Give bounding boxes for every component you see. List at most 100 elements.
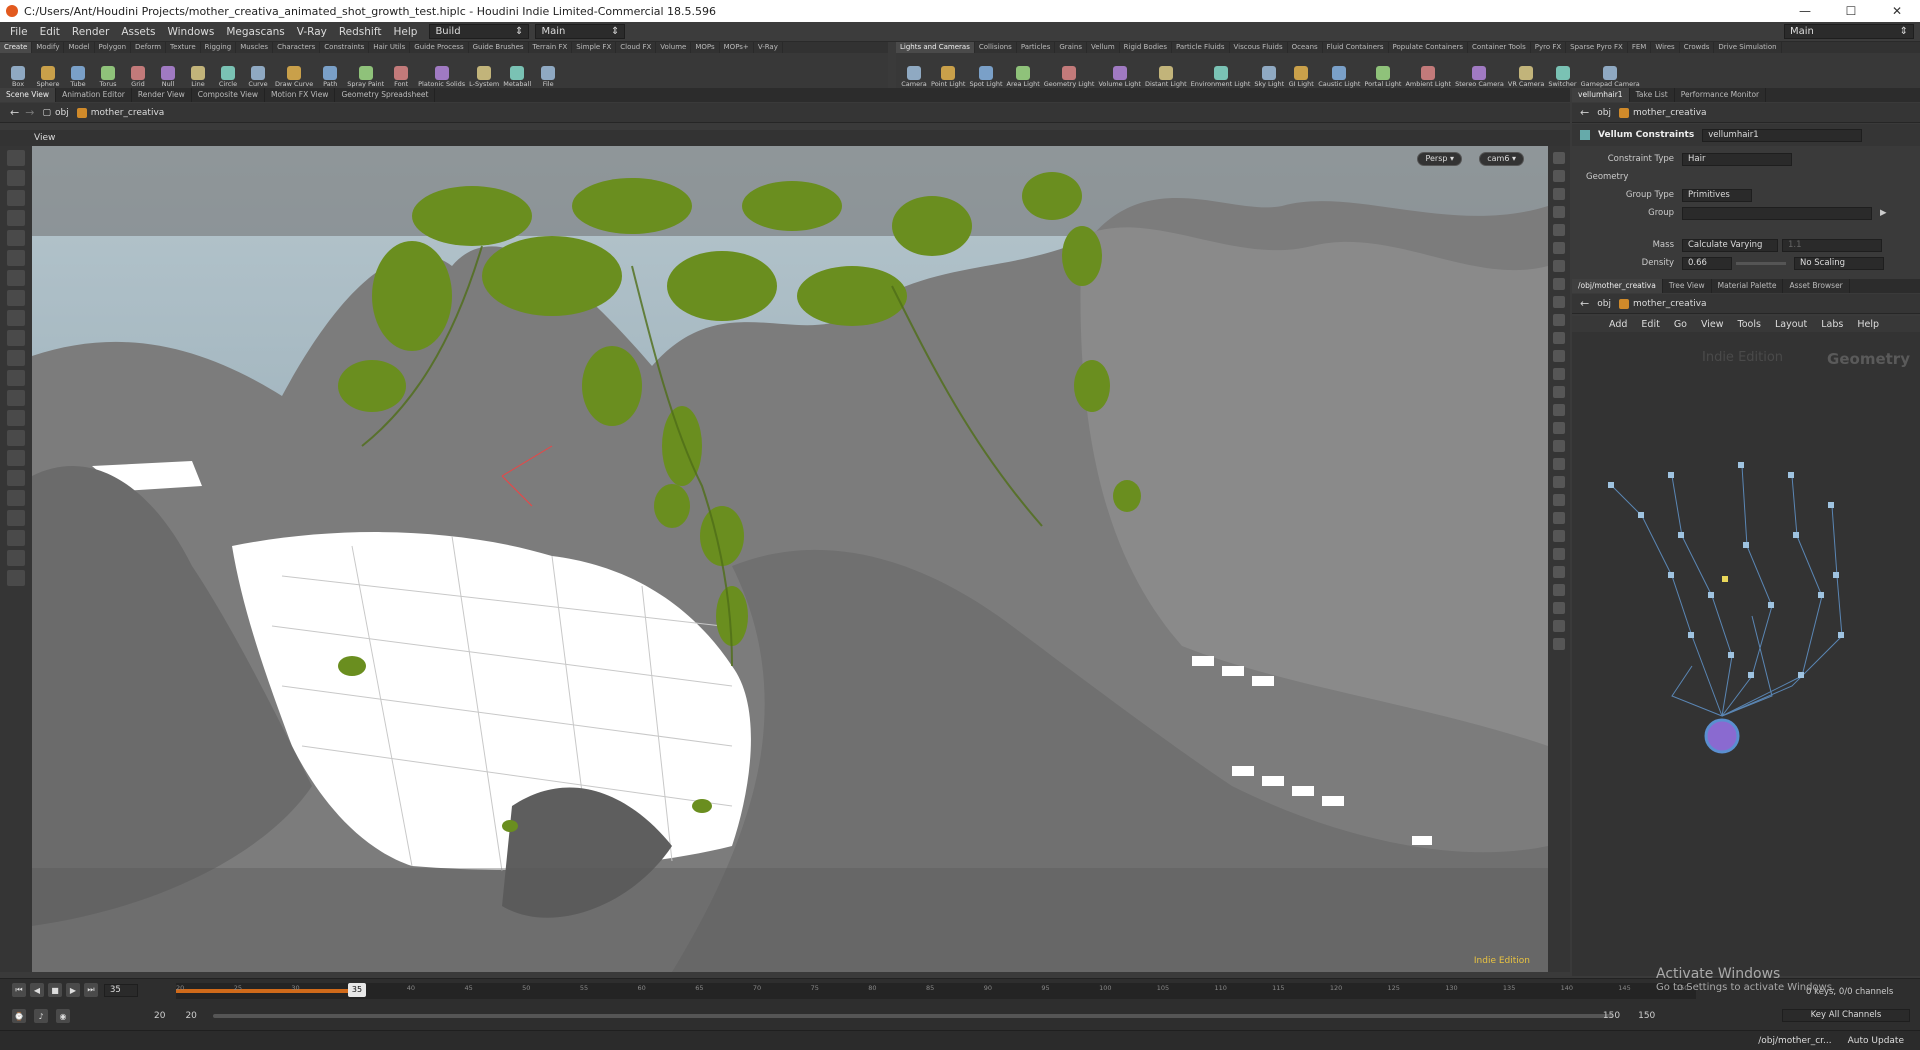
shelf-tab-muscles[interactable]: Muscles: [236, 42, 274, 53]
mass-menu[interactable]: Calculate Varying: [1682, 238, 1778, 252]
viewport-tool-icon[interactable]: [7, 210, 25, 226]
tool-font[interactable]: Font: [388, 66, 414, 88]
tool-switcher[interactable]: Switcher: [1548, 66, 1577, 88]
tool-stereo-camera[interactable]: Stereo Camera: [1455, 66, 1504, 88]
display-option-icon[interactable]: [1553, 278, 1565, 290]
key-all-channels-button[interactable]: Key All Channels: [1782, 1009, 1910, 1022]
tool-tube[interactable]: Tube: [65, 66, 91, 88]
tool-grid[interactable]: Grid: [125, 66, 151, 88]
shelf-tab-mops[interactable]: MOPs+: [720, 42, 754, 53]
tool-null[interactable]: Null: [155, 66, 181, 88]
display-option-icon[interactable]: [1553, 206, 1565, 218]
tool-sphere[interactable]: Sphere: [35, 66, 61, 88]
shelf-tab-mops[interactable]: MOPs: [691, 42, 720, 53]
shelf-tab-oceans[interactable]: Oceans: [1288, 42, 1323, 53]
network-menu-go[interactable]: Go: [1667, 319, 1694, 330]
tab-performance-monitor[interactable]: Performance Monitor: [1675, 88, 1767, 102]
shelf-tab-wires[interactable]: Wires: [1651, 42, 1680, 53]
display-option-icon[interactable]: [1553, 440, 1565, 452]
display-option-icon[interactable]: [1553, 314, 1565, 326]
display-option-icon[interactable]: [1553, 458, 1565, 470]
shelf-tab-constraints[interactable]: Constraints: [320, 42, 370, 53]
right-desktop-selector[interactable]: Main ⇕: [1784, 24, 1914, 39]
display-option-icon[interactable]: [1553, 602, 1565, 614]
viewport-tool-icon[interactable]: [7, 430, 25, 446]
shelf-tab-grains[interactable]: Grains: [1055, 42, 1087, 53]
tool-metaball[interactable]: Metaball: [503, 66, 531, 88]
tool-volume-light[interactable]: Volume Light: [1098, 66, 1141, 88]
jump-end-button[interactable]: ⏭: [84, 983, 98, 997]
tab-material-palette[interactable]: Material Palette: [1712, 279, 1784, 293]
tool-ambient-light[interactable]: Ambient Light: [1405, 66, 1451, 88]
end-frame-field-2[interactable]: 150: [1638, 1011, 1655, 1021]
display-option-icon[interactable]: [1553, 638, 1565, 650]
display-option-icon[interactable]: [1553, 332, 1565, 344]
shelf-tab-texture[interactable]: Texture: [166, 42, 201, 53]
viewport-tool-icon[interactable]: [7, 470, 25, 486]
shelf-tab-vellum[interactable]: Vellum: [1087, 42, 1120, 53]
shelf-tab-rigid-bodies[interactable]: Rigid Bodies: [1120, 42, 1172, 53]
display-option-icon[interactable]: [1553, 512, 1565, 524]
menu-assets[interactable]: Assets: [115, 26, 161, 38]
desktop-selector[interactable]: Build ⇕: [429, 24, 530, 39]
minimize-button[interactable]: —: [1782, 4, 1828, 18]
shelf-tab-drive-simulation[interactable]: Drive Simulation: [1714, 42, 1782, 53]
viewport-scene[interactable]: [32, 146, 1548, 972]
mass-value-field[interactable]: 1.1: [1782, 238, 1882, 252]
shelf-tab-pyro-fx[interactable]: Pyro FX: [1531, 42, 1567, 53]
display-option-icon[interactable]: [1553, 494, 1565, 506]
network-editor[interactable]: Add Edit Go View Tools Layout Labs Help Indie E…: [1572, 316, 1920, 976]
display-option-icon[interactable]: [1553, 242, 1565, 254]
shelf-tab-terrain-fx[interactable]: Terrain FX: [529, 42, 573, 53]
frame-cursor[interactable]: 35: [348, 983, 366, 997]
viewport-tool-icon[interactable]: [7, 190, 25, 206]
viewport-tool-icon[interactable]: [7, 550, 25, 566]
tab-motion-fx-view[interactable]: Motion FX View: [265, 88, 336, 102]
param-path-root[interactable]: obj: [1597, 108, 1611, 118]
viewport-tool-icon[interactable]: [7, 530, 25, 546]
density-field[interactable]: 0.66: [1682, 256, 1732, 270]
scaling-menu[interactable]: No Scaling: [1794, 256, 1884, 270]
tool-geometry-light[interactable]: Geometry Light: [1044, 66, 1094, 88]
tab-animation-editor[interactable]: Animation Editor: [56, 88, 132, 102]
tab-take-list[interactable]: Take List: [1630, 88, 1675, 102]
shelf-tab-polygon[interactable]: Polygon: [95, 42, 132, 53]
tool-distant-light[interactable]: Distant Light: [1145, 66, 1187, 88]
viewport-tool-icon[interactable]: [7, 350, 25, 366]
viewport-tool-icon[interactable]: [7, 450, 25, 466]
display-option-icon[interactable]: [1553, 170, 1565, 182]
shelf-tab-container-tools[interactable]: Container Tools: [1468, 42, 1531, 53]
display-option-icon[interactable]: [1553, 152, 1565, 164]
network-menu-view[interactable]: View: [1694, 319, 1731, 330]
path-node[interactable]: mother_creativa: [76, 107, 164, 118]
shelf-tab-collisions[interactable]: Collisions: [975, 42, 1017, 53]
viewport-tool-icon[interactable]: [7, 290, 25, 306]
shelf-tab-simple-fx[interactable]: Simple FX: [572, 42, 617, 53]
display-option-icon[interactable]: [1553, 368, 1565, 380]
viewport-tool-icon[interactable]: [7, 390, 25, 406]
shelf-tab-viscous-fluids[interactable]: Viscous Fluids: [1230, 42, 1288, 53]
shelf-tab-rigging[interactable]: Rigging: [201, 42, 237, 53]
tab-vellumhair1[interactable]: vellumhair1: [1572, 88, 1630, 102]
persp-camera-menu[interactable]: Persp ▾: [1417, 152, 1462, 166]
shelf-tab-volume[interactable]: Volume: [656, 42, 692, 53]
current-frame-field[interactable]: 35: [104, 983, 138, 997]
close-button[interactable]: ✕: [1874, 4, 1920, 18]
stop-button[interactable]: ■: [48, 983, 62, 997]
node-graph[interactable]: [1572, 456, 1920, 856]
end-frame-field[interactable]: 150: [1603, 1011, 1620, 1021]
jump-start-button[interactable]: ⏮: [12, 983, 26, 997]
shelf-tab-particles[interactable]: Particles: [1017, 42, 1056, 53]
menu-file[interactable]: File: [4, 26, 34, 38]
tool-l-system[interactable]: L-System: [469, 66, 499, 88]
group-field[interactable]: [1682, 206, 1872, 220]
tool-box[interactable]: Box: [5, 66, 31, 88]
status-network-path[interactable]: /obj/mother_cr...: [1758, 1036, 1831, 1046]
tool-camera[interactable]: Camera: [901, 66, 927, 88]
menu-windows[interactable]: Windows: [161, 26, 220, 38]
network-menu-labs[interactable]: Labs: [1814, 319, 1850, 330]
net-path-root[interactable]: obj: [1597, 299, 1611, 309]
back-arrow-icon[interactable]: ←: [10, 106, 19, 119]
tool-platonic-solids[interactable]: Platonic Solids: [418, 66, 465, 88]
tab-scene-view[interactable]: Scene View: [0, 88, 57, 102]
